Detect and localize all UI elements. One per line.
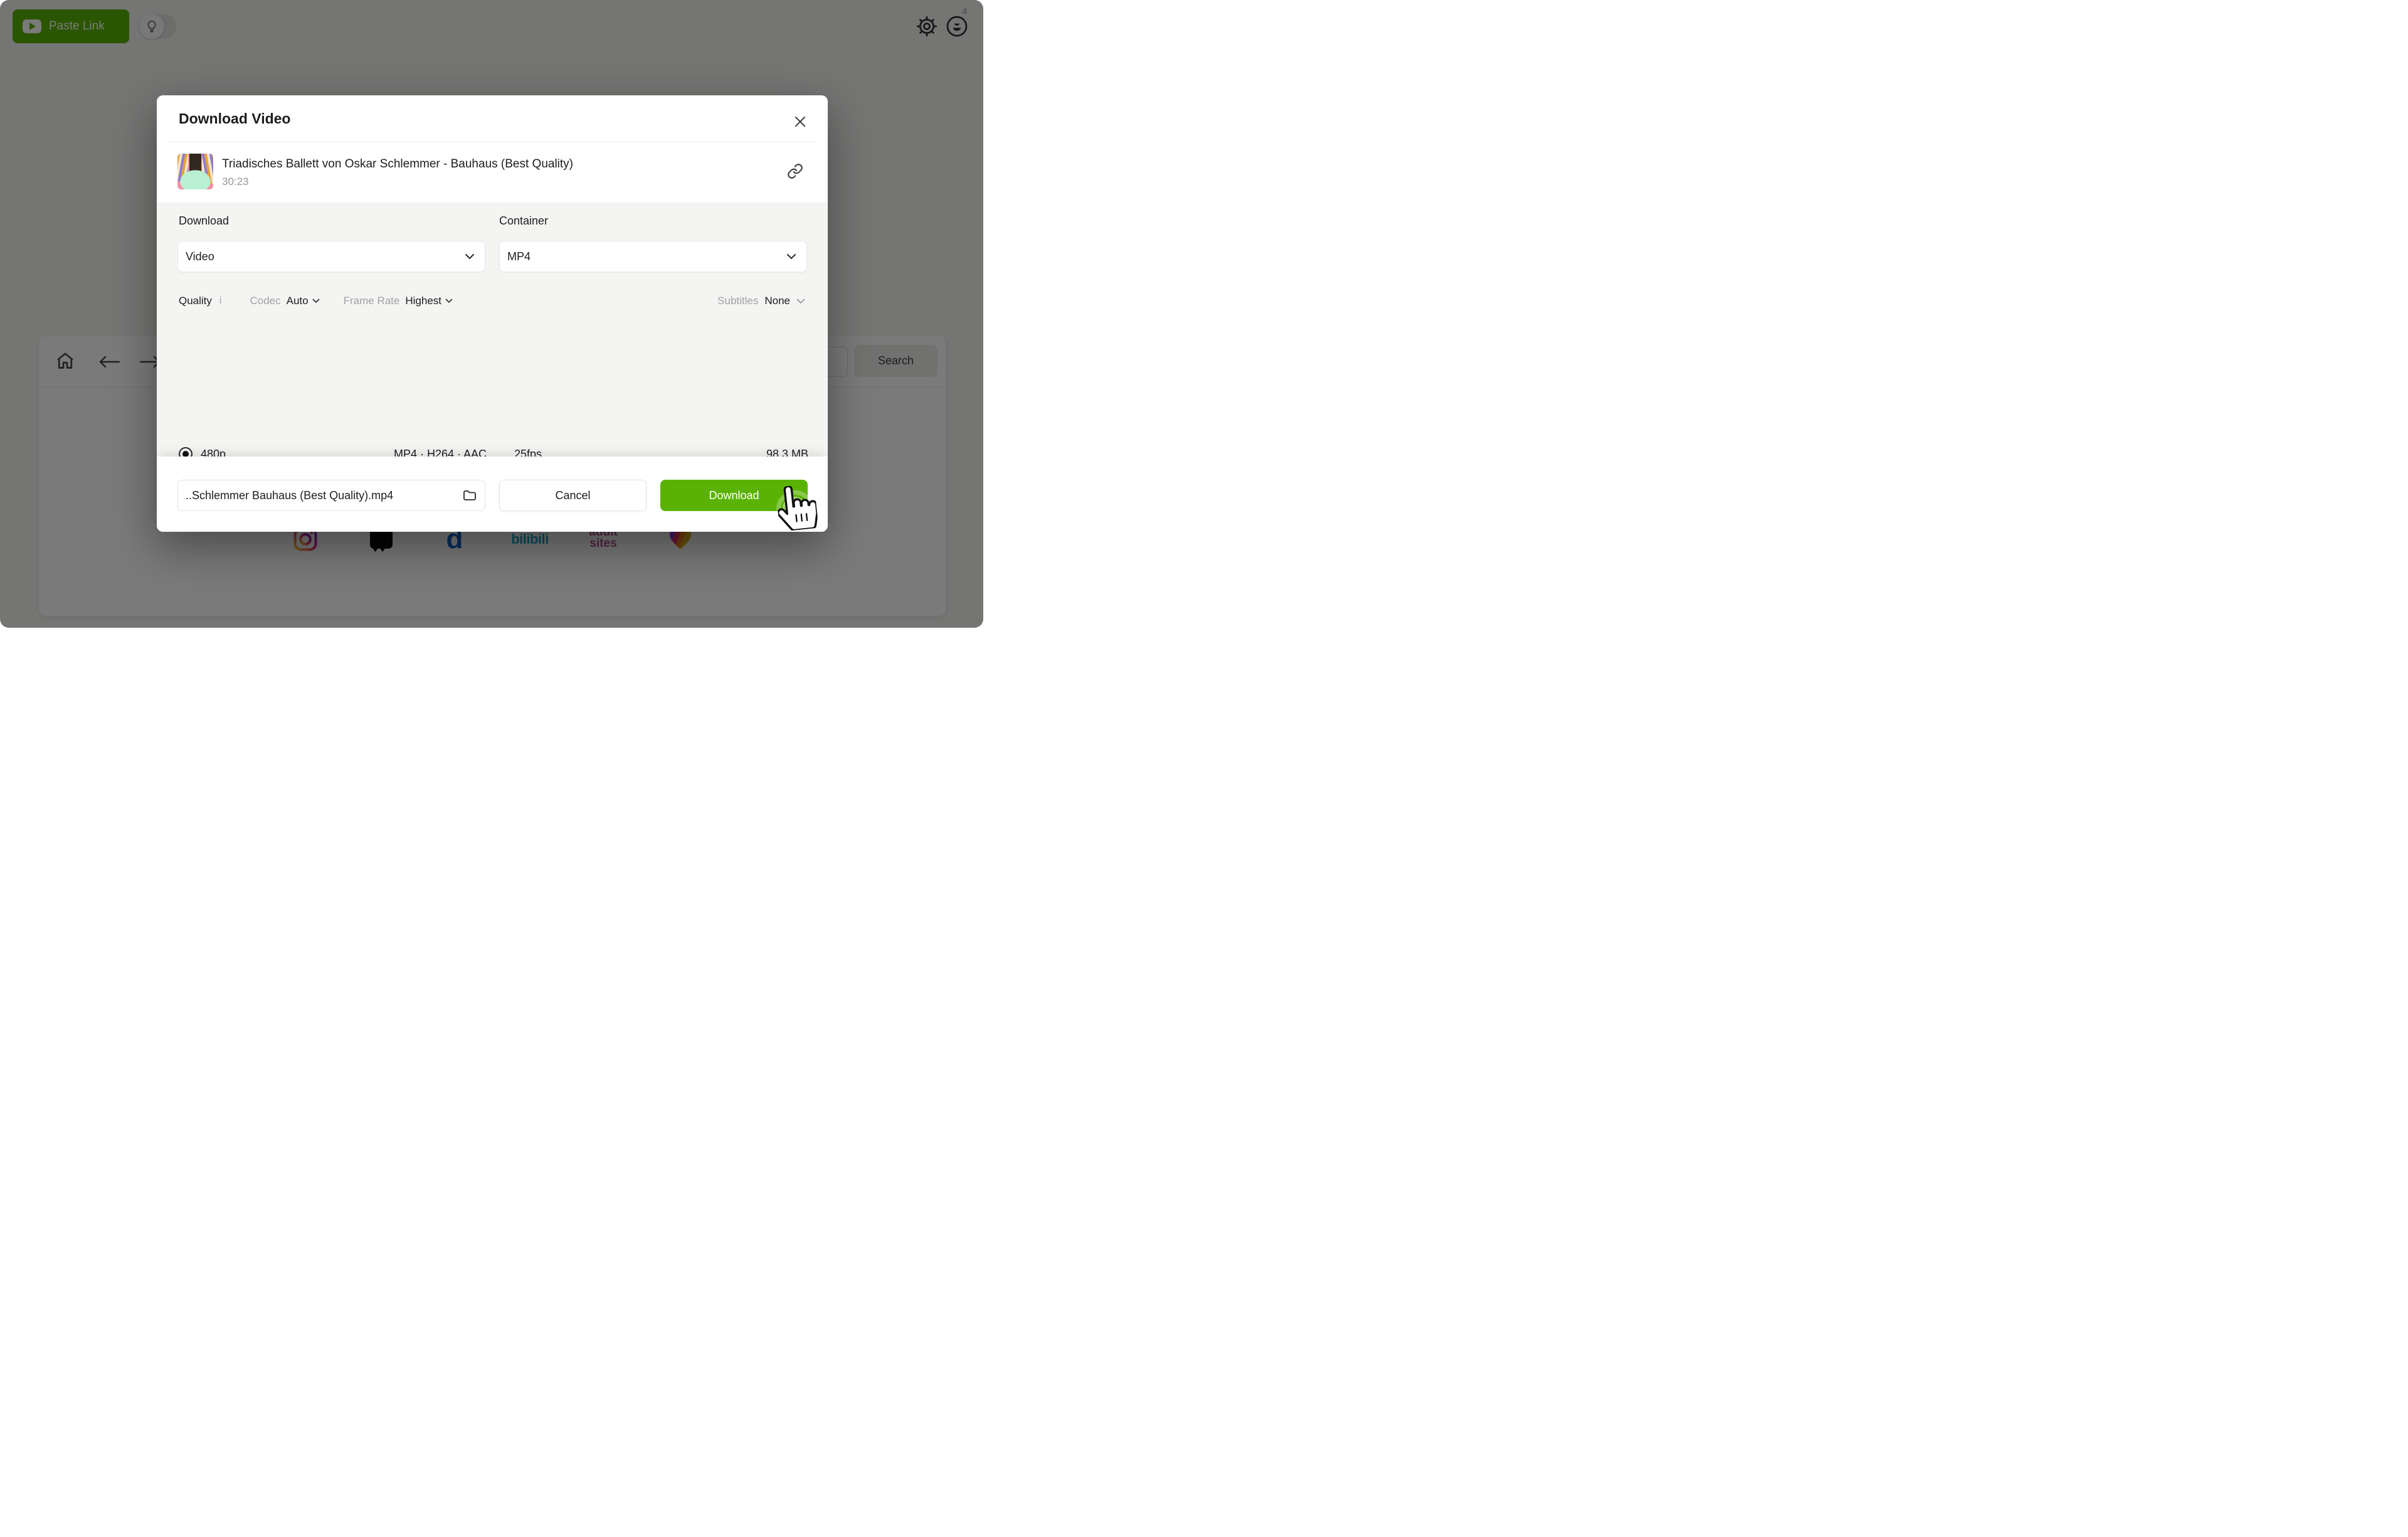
cancel-label: Cancel [555, 489, 591, 502]
codec-value[interactable]: Auto [287, 295, 309, 307]
cancel-button[interactable]: Cancel [499, 480, 647, 511]
container-dropdown[interactable]: MP4 [499, 241, 807, 272]
modal-footer: ..Schlemmer Bauhaus (Best Quality).mp4 C… [157, 457, 828, 532]
codec-label: Codec [250, 295, 281, 307]
download-label: Download [709, 489, 759, 502]
video-thumbnail [177, 154, 213, 189]
chevron-down-icon [796, 298, 805, 304]
quality-codec: MP4 · H264 · AAC [394, 448, 487, 457]
quality-resolution: 480p [201, 448, 226, 457]
filename-input[interactable]: ..Schlemmer Bauhaus (Best Quality).mp4 [177, 480, 485, 511]
video-title: Triadisches Ballett von Oskar Schlemmer … [222, 157, 573, 171]
container-section-label: Container [499, 214, 549, 227]
quality-fps: 25fps [514, 448, 542, 457]
download-type-value: Video [186, 250, 214, 263]
container-value: MP4 [507, 250, 531, 263]
modal-body: Download Container Video MP4 Quality i C… [157, 203, 828, 457]
close-icon[interactable] [793, 114, 808, 129]
modal-title: Download Video [179, 110, 291, 127]
chevron-down-icon [787, 254, 796, 260]
quality-row[interactable]: 480p MP4 · H264 · AAC 25fps 98.3 MB [157, 438, 828, 457]
radio-button[interactable] [179, 447, 193, 457]
filename-value: ..Schlemmer Bauhaus (Best Quality).mp4 [186, 489, 394, 502]
frame-rate-label: Frame Rate [343, 295, 400, 307]
quality-size: 98.3 MB [766, 448, 808, 457]
quality-label: Quality [179, 295, 212, 307]
info-icon[interactable]: i [219, 295, 222, 307]
download-video-modal: Download Video Triadisches Ballett von O… [157, 95, 828, 532]
download-button[interactable]: Download [660, 480, 808, 511]
folder-icon[interactable] [462, 488, 477, 503]
download-section-label: Download [179, 214, 230, 227]
chevron-down-icon [465, 254, 474, 260]
link-icon[interactable] [787, 163, 803, 179]
subtitles-value: None [764, 295, 790, 307]
chevron-down-icon [312, 298, 320, 304]
subtitles-control[interactable]: Subtitles None [717, 295, 805, 307]
video-duration: 30:23 [222, 176, 249, 188]
download-type-dropdown[interactable]: Video [177, 241, 485, 272]
subtitles-label: Subtitles [717, 295, 759, 307]
chevron-down-icon [445, 298, 453, 304]
frame-rate-value[interactable]: Highest [405, 295, 441, 307]
options-row: Quality i Codec Auto Frame Rate Highest [179, 295, 453, 307]
